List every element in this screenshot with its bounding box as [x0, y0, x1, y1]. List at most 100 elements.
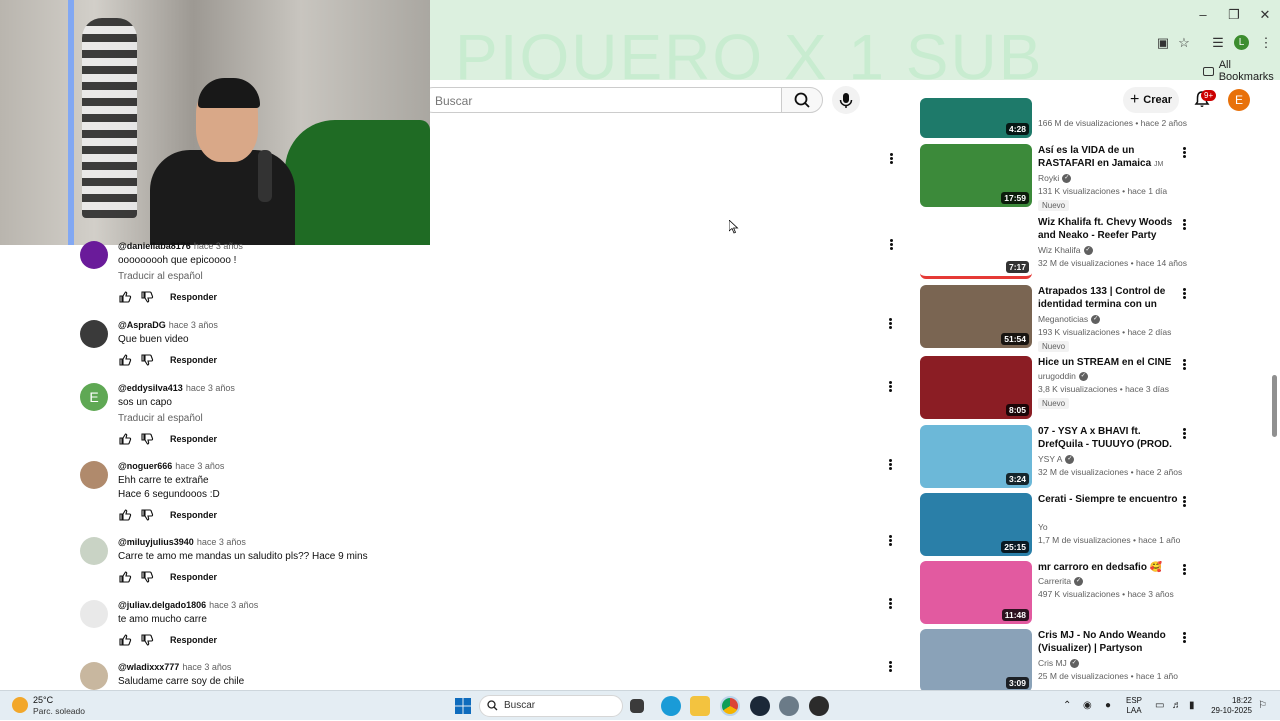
like-thumb-up-icon[interactable] [118, 432, 132, 446]
video-thumbnail[interactable]: 17:59 [920, 144, 1032, 207]
comment-username[interactable]: @eddysilva413 [118, 383, 183, 393]
close-icon[interactable]: ✕ [1253, 6, 1277, 24]
clock[interactable]: 18:22 29-10-2025 [1210, 696, 1252, 716]
comment-username[interactable]: @miluyjulius3940 [118, 537, 194, 547]
comment-username[interactable]: @wladixxx777 [118, 662, 179, 672]
dislike-thumb-down-icon[interactable] [140, 508, 154, 522]
dislike-thumb-down-icon[interactable] [140, 353, 154, 367]
commenter-avatar[interactable] [80, 241, 108, 269]
video-title[interactable]: Cris MJ - No Ando Weando (Visualizer) | … [1038, 629, 1178, 655]
channel-name[interactable]: urugoddin ✓ [1038, 371, 1088, 381]
comment-timestamp[interactable]: hace 3 años [186, 383, 235, 393]
video-thumbnail[interactable]: 25:15 [920, 493, 1032, 556]
recommended-video[interactable]: 11:48 mr carroro en dedsafio 🥰 Carrerita ✓ 4… [920, 561, 1190, 625]
reply-button[interactable]: Responder [170, 292, 217, 302]
video-title[interactable]: Hice un STREAM en el CINE [1038, 356, 1178, 369]
comment-username[interactable]: @noguer666 [118, 461, 172, 471]
comment-timestamp[interactable]: hace 3 años [175, 461, 224, 471]
video-menu-icon[interactable] [1180, 218, 1188, 234]
reply-button[interactable]: Responder [170, 355, 217, 365]
weather-sun-icon[interactable] [12, 697, 28, 713]
reply-button[interactable]: Responder [170, 572, 217, 582]
like-thumb-up-icon[interactable] [118, 290, 132, 304]
comment-menu-icon[interactable] [886, 660, 894, 676]
video-thumbnail[interactable]: 7:17 [920, 216, 1032, 279]
search-input[interactable]: Buscar [420, 87, 782, 113]
video-thumbnail[interactable]: 8:05 [920, 356, 1032, 419]
comment-timestamp[interactable]: hace 3 años [182, 662, 231, 672]
like-thumb-up-icon[interactable] [118, 633, 132, 647]
recommended-video[interactable]: 8:05 Hice un STREAM en el CINE urugoddin ✓ 3… [920, 356, 1190, 420]
show-hidden-icons-chevron-icon[interactable]: ⌃ [1063, 700, 1071, 711]
comment-username[interactable]: @AspraDG [118, 320, 166, 330]
recommended-video[interactable]: 3:09 Cris MJ - No Ando Weando (Visualizer… [920, 629, 1190, 693]
browser-menu-icon[interactable]: ⋮ [1257, 34, 1275, 52]
reply-button[interactable]: Responder [170, 434, 217, 444]
comment-menu-icon[interactable] [886, 597, 894, 613]
video-menu-icon[interactable] [1180, 563, 1188, 579]
channel-name[interactable]: Royki ✓ [1038, 173, 1072, 183]
video-menu-icon[interactable] [1180, 427, 1188, 443]
recommended-video[interactable]: 3:24 07 - YSY A x BHAVI ft. DrefQuila - T… [920, 425, 1190, 489]
voice-search-button[interactable] [832, 86, 860, 114]
like-thumb-up-icon[interactable] [118, 353, 132, 367]
windows-start-icon[interactable] [453, 696, 473, 716]
browser-profile-avatar[interactable]: L [1234, 35, 1249, 50]
dislike-thumb-down-icon[interactable] [140, 570, 154, 584]
video-menu-icon[interactable] [1180, 146, 1188, 162]
edge-browser-icon[interactable] [661, 696, 681, 716]
install-app-icon[interactable]: ▣ [1154, 34, 1172, 52]
like-thumb-up-icon[interactable] [118, 570, 132, 584]
bookmark-star-icon[interactable]: ☆ [1175, 34, 1193, 52]
comment-menu-icon[interactable] [887, 238, 895, 254]
video-title[interactable]: mr carroro en dedsafio 🥰 [1038, 561, 1178, 574]
search-button[interactable] [781, 87, 823, 113]
chrome-browser-icon[interactable] [720, 696, 740, 716]
comment-menu-icon[interactable] [886, 534, 894, 550]
weather-description[interactable]: Parc. soleado [33, 706, 85, 716]
weather-temperature[interactable]: 25°C [33, 695, 53, 705]
video-thumbnail[interactable]: 51:54 [920, 285, 1032, 348]
recommended-video[interactable]: 25:15 Cerati - Siempre te encuentro Yo 1,7 … [920, 493, 1190, 557]
video-title[interactable]: Wiz Khalifa ft. Chevy Woods and Neako - … [1038, 216, 1178, 242]
commenter-avatar[interactable] [80, 662, 108, 690]
channel-name[interactable]: Cris MJ ✓ [1038, 658, 1079, 668]
recommended-video[interactable]: 17:59 Así es la VIDA de un RASTAFARI en J… [920, 144, 1190, 211]
translate-link[interactable]: Traducir al español [118, 271, 203, 282]
channel-name[interactable]: YSY A ✓ [1038, 454, 1075, 464]
network-tray-icon[interactable]: ◉ [1083, 700, 1092, 711]
minimize-icon[interactable]: – [1191, 6, 1215, 24]
commenter-avatar[interactable] [80, 600, 108, 628]
page-scrollbar[interactable] [1272, 375, 1277, 437]
video-title[interactable]: Así es la VIDA de un RASTAFARI en Jamaic… [1038, 144, 1178, 170]
comment-timestamp[interactable]: hace 3 años [194, 241, 243, 251]
commenter-avatar[interactable] [80, 537, 108, 565]
video-menu-icon[interactable] [1180, 287, 1188, 303]
video-menu-icon[interactable] [1180, 358, 1188, 374]
channel-name[interactable]: Wiz Khalifa ✓ [1038, 245, 1093, 255]
battery-tray-icon[interactable]: ▮ [1189, 700, 1195, 711]
dislike-thumb-down-icon[interactable] [140, 432, 154, 446]
video-menu-icon[interactable] [1180, 631, 1188, 647]
commenter-avatar[interactable]: E [80, 383, 108, 411]
comment-timestamp[interactable]: hace 3 años [197, 537, 246, 547]
comment-username[interactable]: @daniellaba8176 [118, 241, 191, 251]
steam-icon[interactable] [750, 696, 770, 716]
recording-app-icon[interactable] [809, 696, 829, 716]
comment-menu-icon[interactable] [886, 458, 894, 474]
restore-icon[interactable]: ❐ [1222, 6, 1246, 24]
channel-name[interactable]: Yo [1038, 522, 1048, 532]
recommended-video[interactable]: 51:54 Atrapados 133 | Control de identida… [920, 285, 1190, 352]
commenter-avatar[interactable] [80, 320, 108, 348]
video-thumbnail[interactable]: 3:09 [920, 629, 1032, 692]
video-menu-icon[interactable] [1180, 495, 1188, 511]
channel-name[interactable]: Meganoticias ✓ [1038, 314, 1101, 324]
video-thumbnail[interactable]: 3:24 [920, 425, 1032, 488]
input-language-indicator[interactable]: ESP LAA [1126, 696, 1142, 716]
comment-timestamp[interactable]: hace 3 años [209, 600, 258, 610]
commenter-avatar[interactable] [80, 461, 108, 489]
file-explorer-icon[interactable] [690, 696, 710, 716]
comment-menu-icon[interactable] [886, 380, 894, 396]
volume-tray-icon[interactable]: ♬ [1172, 700, 1182, 711]
dislike-thumb-down-icon[interactable] [140, 290, 154, 304]
